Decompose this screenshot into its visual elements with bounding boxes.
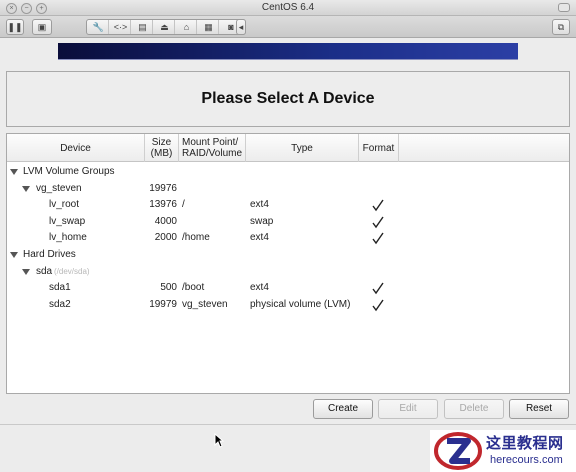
device-size xyxy=(117,264,177,280)
cd-drive-icon[interactable]: ⏏ xyxy=(155,20,175,34)
watermark-chinese-text: 这里教程网 xyxy=(486,435,564,452)
tree-row[interactable]: Hard Drives xyxy=(7,247,569,263)
device-size: 19976 xyxy=(149,182,177,194)
device-size: 19979 xyxy=(149,298,177,310)
column-mount-point[interactable]: Mount Point/RAID/Volume xyxy=(179,134,246,162)
device-name: Hard Drives xyxy=(23,249,76,260)
format-checkmark-icon[interactable] xyxy=(371,280,385,296)
column-device[interactable]: Device xyxy=(7,134,145,162)
tree-header: Device Size (MB) Mount Point/RAID/Volume … xyxy=(7,134,569,162)
device-name: lv_swap xyxy=(49,215,86,227)
expander-triangle-icon[interactable] xyxy=(10,252,18,258)
device-tree[interactable]: Device Size (MB) Mount Point/RAID/Volume … xyxy=(6,133,570,394)
device-type: swap xyxy=(250,215,274,227)
device-type: ext4 xyxy=(250,232,269,244)
device-type: ext4 xyxy=(250,282,269,294)
disk-icon[interactable]: ▤ xyxy=(133,20,153,34)
tree-row[interactable]: vg_steven 19976 xyxy=(7,181,569,197)
divider xyxy=(0,424,576,425)
window-title: CentOS 6.4 xyxy=(261,2,315,13)
page-title: Please Select A Device xyxy=(201,90,375,107)
column-size[interactable]: Size (MB) xyxy=(145,134,179,162)
watermark-z-icon xyxy=(434,432,482,470)
device-mount-point: /boot xyxy=(182,282,205,294)
mouse-cursor-icon xyxy=(214,433,224,448)
watermark-logo: 这里教程网 herecours.com xyxy=(430,430,576,472)
format-checkmark-icon[interactable] xyxy=(371,197,385,213)
format-checkmark-icon[interactable] xyxy=(371,297,385,313)
tree-row[interactable]: sda (/dev/sda) xyxy=(7,264,569,280)
edit-button[interactable]: Edit xyxy=(378,399,438,419)
fullscreen-icon[interactable]: ⧉ xyxy=(552,19,570,35)
device-size: 4000 xyxy=(154,215,177,227)
column-type[interactable]: Type xyxy=(246,134,359,162)
installer-banner xyxy=(58,43,518,60)
watermark-url-text: herecours.com xyxy=(490,454,563,466)
device-path: (/dev/sda) xyxy=(54,266,90,276)
device-mount-point: vg_steven xyxy=(182,298,228,310)
expander-triangle-icon[interactable] xyxy=(22,268,30,275)
usb-icon[interactable]: ⌂ xyxy=(177,20,197,34)
device-name: vg_steven xyxy=(36,182,82,194)
format-checkmark-icon[interactable] xyxy=(371,230,385,246)
delete-button[interactable]: Delete xyxy=(444,399,504,419)
network-arrows-icon[interactable]: <·> xyxy=(111,20,131,34)
device-type: physical volume (LVM) xyxy=(250,298,351,310)
device-name: sda2 xyxy=(49,298,71,310)
shared-folder-icon[interactable]: ▦ xyxy=(199,20,219,34)
device-name: lv_home xyxy=(49,232,87,244)
tree-row[interactable]: lv_swap 4000 swap xyxy=(7,214,569,230)
column-format[interactable]: Format xyxy=(359,134,399,162)
chevron-left-icon[interactable]: ◂ xyxy=(236,19,246,35)
toolbar-toggle-icon[interactable] xyxy=(558,3,570,12)
reset-button[interactable]: Reset xyxy=(509,399,569,419)
device-mount-point: /home xyxy=(182,232,210,244)
title-bar: × − + CentOS 6.4 xyxy=(0,0,576,16)
expander-triangle-icon[interactable] xyxy=(22,185,30,192)
format-checkmark-icon[interactable] xyxy=(371,214,385,230)
tree-row[interactable]: sda2 19979 vg_steven physical volume (LVM) xyxy=(7,297,569,313)
device-size xyxy=(117,164,177,180)
device-name: sda1 xyxy=(49,282,71,294)
device-name: LVM Volume Groups xyxy=(23,166,115,177)
header-box: Please Select A Device xyxy=(6,71,570,127)
vm-toolbar: ❚❚ ▣ 🔧 <·> ▤ ⏏ ⌂ ▦ ◙ ◂ ⧉ xyxy=(0,16,576,38)
snapshot-icon[interactable]: ▣ xyxy=(32,19,52,35)
device-mount-point: / xyxy=(182,199,185,211)
tree-row[interactable]: LVM Volume Groups xyxy=(7,164,569,180)
tree-row[interactable]: sda1 500/boot ext4 xyxy=(7,280,569,296)
device-size: 500 xyxy=(160,282,177,294)
create-button[interactable]: Create xyxy=(313,399,373,419)
pause-icon[interactable]: ❚❚ xyxy=(6,19,24,35)
device-size xyxy=(117,247,177,263)
device-size: 13976 xyxy=(149,199,177,211)
expander-triangle-icon[interactable] xyxy=(10,169,18,175)
device-size: 2000 xyxy=(154,232,177,244)
settings-wrench-icon[interactable]: 🔧 xyxy=(89,20,109,34)
tree-row[interactable]: lv_home 2000/home ext4 xyxy=(7,230,569,246)
device-type: ext4 xyxy=(250,199,269,211)
device-button-group: 🔧 <·> ▤ ⏏ ⌂ ▦ ◙ xyxy=(86,19,246,35)
tree-row[interactable]: lv_root 13976 / ext4 xyxy=(7,197,569,213)
device-name: lv_root xyxy=(49,199,80,211)
device-name: sda xyxy=(36,265,53,277)
